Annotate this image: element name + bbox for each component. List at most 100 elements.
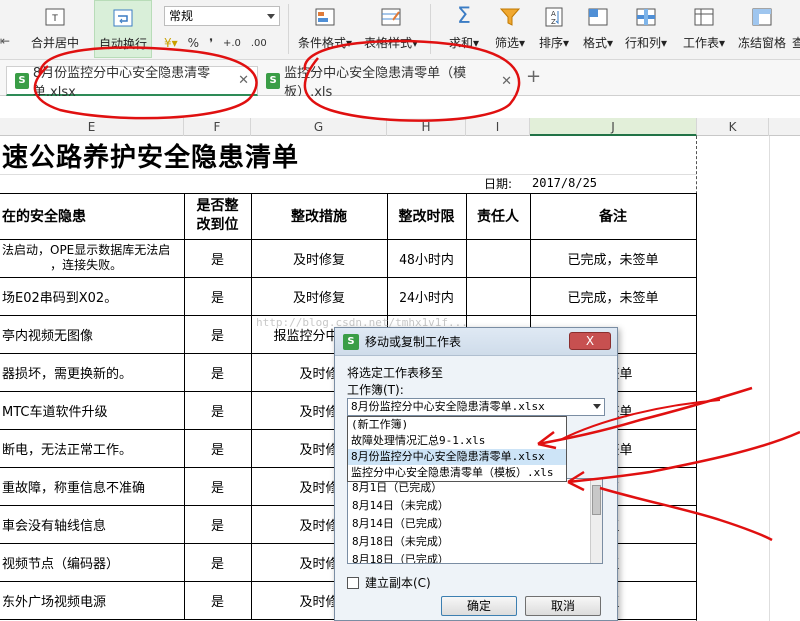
cell-issue[interactable]: 法启动，OPE显示数据库无法启 ，连接失败。 [0, 239, 184, 277]
workbook-dropdown-list: (新工作簿) 故障处理情况汇总9-1.xls 8月份监控分中心安全隐患清零单.x… [347, 416, 567, 482]
column-header-selected[interactable]: J [530, 118, 697, 136]
list-item[interactable]: 8月18日（已完成） [348, 551, 602, 563]
currency-icon[interactable]: ¥▾ [164, 36, 178, 50]
cell-issue[interactable]: 东外广场视频电源 [0, 581, 184, 619]
table-border [184, 193, 185, 619]
list-item[interactable]: 8月14日（未完成） [348, 497, 602, 515]
rows-cols-button[interactable]: 行和列▾ [622, 0, 670, 58]
cell-measure[interactable]: 及时修复 [251, 277, 387, 315]
ok-button[interactable]: 确定 [441, 596, 517, 616]
cell-limit[interactable]: 24小时内 [387, 277, 466, 315]
svg-text:Z: Z [551, 18, 556, 26]
list-item[interactable]: 8月18日（未完成） [348, 533, 602, 551]
cell-issue[interactable]: 車会没有轴线信息 [0, 505, 184, 543]
workbook-option[interactable]: 故障处理情况汇总9-1.xls [348, 433, 566, 449]
column-header[interactable]: E [0, 118, 184, 136]
cell-issue[interactable]: 断电，无法正常工作。 [0, 429, 184, 467]
thousands-button[interactable]: ❜ [209, 36, 213, 50]
ribbon-separator [288, 4, 289, 54]
sort-button[interactable]: AZ 排序▾ [534, 0, 574, 58]
column-header[interactable]: G [251, 118, 387, 136]
table-border [0, 193, 697, 194]
date-label: 日期: [483, 176, 513, 191]
decrease-decimal-button[interactable]: .00 [251, 38, 267, 49]
worksheet-button[interactable]: 工作表▾ [678, 0, 730, 58]
dialog-close-button[interactable]: X [569, 332, 611, 350]
create-copy-checkbox[interactable]: 建立副本(C) [347, 574, 431, 591]
percent-button[interactable]: % [188, 36, 199, 50]
table-border [251, 193, 252, 619]
svg-text:T: T [51, 14, 58, 24]
cell-owner[interactable] [466, 277, 530, 315]
cell-measure[interactable]: 及时修复 [251, 239, 387, 277]
cell-done[interactable]: 是 [184, 467, 251, 505]
column-header[interactable]: K [697, 118, 769, 136]
cell-issue[interactable]: 场E02串码到X02。 [0, 277, 184, 315]
new-tab-plus-icon[interactable]: + [526, 66, 541, 87]
document-tab-bar: S 8月份监控分中心安全隐患清零单.xlsx ✕ S 监控分中心安全隐患清零单（… [0, 60, 800, 100]
workbook-select[interactable]: 8月份监控分中心安全隐患清零单.xlsx [347, 398, 605, 416]
table-border [0, 239, 697, 240]
chevron-down-icon[interactable] [593, 404, 601, 409]
scrollbar[interactable] [590, 479, 602, 563]
conditional-format-button[interactable]: 条件格式▾ [294, 0, 356, 58]
cell-done[interactable]: 是 [184, 429, 251, 467]
sum-icon: Σ [457, 4, 471, 29]
number-format-select[interactable]: 常规 [164, 6, 280, 26]
column-header[interactable]: H [387, 118, 466, 136]
cell-issue[interactable]: 亭内视频无图像 [0, 315, 184, 353]
column-header[interactable]: I [466, 118, 530, 136]
move-copy-sheet-dialog: S 移动或复制工作表 X 将选定工作表移至 工作簿(T): 8月份监控分中心安全… [334, 327, 618, 621]
dialog-title: 移动或复制工作表 [365, 335, 462, 349]
header-done: 是否整 改到位 [196, 198, 239, 233]
cell-note[interactable]: 已完成，未签单 [530, 239, 696, 277]
format-label: 格式▾ [582, 36, 614, 50]
cell-note[interactable]: 已完成，未签单 [530, 277, 696, 315]
cell-done[interactable]: 是 [184, 505, 251, 543]
checkbox-box[interactable] [347, 576, 359, 589]
cell-issue[interactable]: 视频节点（编码器） [0, 543, 184, 581]
workbook-label: 工作簿(T): [347, 383, 404, 397]
merge-center-label: 合并居中 [30, 36, 79, 50]
sum-button[interactable]: Σ 求和▾ [444, 0, 484, 58]
cell-done[interactable]: 是 [184, 277, 251, 315]
cell-owner[interactable] [466, 239, 530, 277]
freeze-panes-button[interactable]: 冻结窗格 [734, 0, 790, 58]
merge-center-button[interactable]: T 合并居中 [26, 0, 84, 58]
close-icon[interactable]: ✕ [238, 73, 249, 88]
rows-cols-label: 行和列▾ [624, 36, 668, 50]
cell-issue[interactable]: 重故障，称重信息不准确 [0, 467, 184, 505]
app-icon: S [343, 333, 359, 350]
cell-done[interactable]: 是 [184, 239, 251, 277]
cell-done[interactable]: 是 [184, 353, 251, 391]
filter-button[interactable]: 筛选▾ [490, 0, 530, 58]
before-sheet-list[interactable]: 8月1日（已完成） 8月14日（未完成） 8月14日（已完成） 8月18日（未完… [347, 478, 603, 564]
format-button[interactable]: 格式▾ [578, 0, 618, 58]
tab-template-workbook[interactable]: S 监控分中心安全隐患清零单（模板）.xls ✕ [258, 66, 520, 100]
cell-limit[interactable]: 48小时内 [387, 239, 466, 277]
ribbon-separator [430, 4, 431, 54]
find-button[interactable]: 查 [792, 0, 800, 58]
tab-august-workbook[interactable]: S 8月份监控分中心安全隐患清零单.xlsx ✕ [6, 66, 258, 100]
wrap-text-button[interactable]: 自动换行 [94, 0, 152, 58]
cell-done[interactable]: 是 [184, 581, 251, 619]
increase-decimal-button[interactable]: +.0 [223, 38, 241, 49]
indent-icon[interactable]: ⇤ [0, 34, 10, 48]
column-header[interactable]: F [184, 118, 251, 136]
cell-issue[interactable]: MTC车道软件升级 [0, 391, 184, 429]
cell-done[interactable]: 是 [184, 543, 251, 581]
freeze-panes-label: 冻结窗格 [737, 36, 786, 50]
sort-icon: AZ [542, 6, 566, 28]
cell-done[interactable]: 是 [184, 391, 251, 429]
workbook-option-template[interactable]: 监控分中心安全隐患清零单（模板）.xls [348, 465, 566, 481]
table-style-button[interactable]: 表格样式▾ [360, 0, 422, 58]
close-icon[interactable]: ✕ [501, 74, 512, 89]
cell-issue[interactable]: 器损坏，需更换新的。 [0, 353, 184, 391]
list-item[interactable]: 8月14日（已完成） [348, 515, 602, 533]
cell-done[interactable]: 是 [184, 315, 251, 353]
workbook-option-new[interactable]: (新工作簿) [348, 417, 566, 433]
sort-label: 排序▾ [538, 36, 570, 50]
workbook-option-current[interactable]: 8月份监控分中心安全隐患清零单.xlsx [348, 449, 566, 465]
scrollbar-thumb[interactable] [592, 485, 601, 515]
cancel-button[interactable]: 取消 [525, 596, 601, 616]
